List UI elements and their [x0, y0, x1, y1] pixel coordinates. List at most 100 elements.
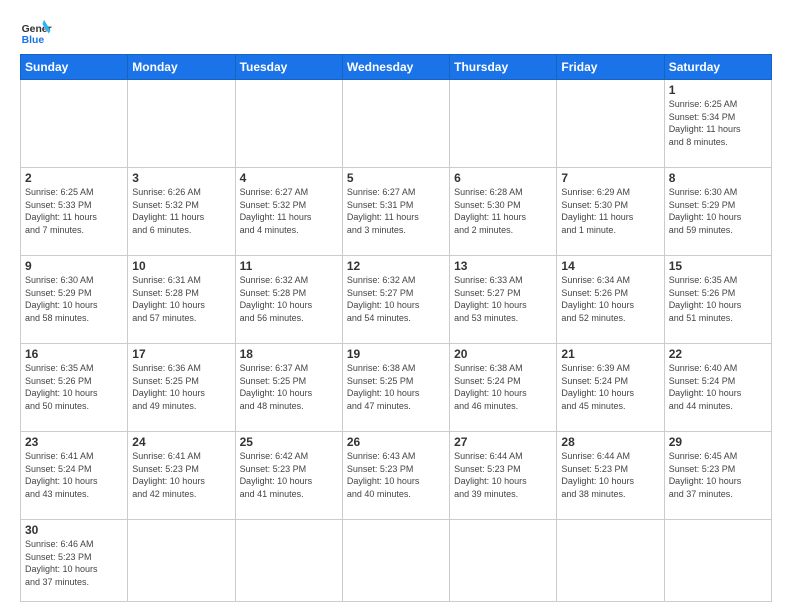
day-info: Sunrise: 6:43 AM Sunset: 5:23 PM Dayligh…: [347, 450, 445, 500]
day-info: Sunrise: 6:30 AM Sunset: 5:29 PM Dayligh…: [669, 186, 767, 236]
day-info: Sunrise: 6:44 AM Sunset: 5:23 PM Dayligh…: [561, 450, 659, 500]
day-number: 20: [454, 347, 552, 361]
day-number: 30: [25, 523, 123, 537]
day-info: Sunrise: 6:38 AM Sunset: 5:24 PM Dayligh…: [454, 362, 552, 412]
week-row-4: 23Sunrise: 6:41 AM Sunset: 5:24 PM Dayli…: [21, 432, 772, 520]
day-number: 26: [347, 435, 445, 449]
day-cell: 19Sunrise: 6:38 AM Sunset: 5:25 PM Dayli…: [342, 344, 449, 432]
day-info: Sunrise: 6:40 AM Sunset: 5:24 PM Dayligh…: [669, 362, 767, 412]
day-info: Sunrise: 6:30 AM Sunset: 5:29 PM Dayligh…: [25, 274, 123, 324]
day-number: 11: [240, 259, 338, 273]
week-row-5: 30Sunrise: 6:46 AM Sunset: 5:23 PM Dayli…: [21, 520, 772, 602]
day-info: Sunrise: 6:25 AM Sunset: 5:34 PM Dayligh…: [669, 98, 767, 148]
day-number: 23: [25, 435, 123, 449]
day-cell: 14Sunrise: 6:34 AM Sunset: 5:26 PM Dayli…: [557, 256, 664, 344]
day-number: 17: [132, 347, 230, 361]
day-cell: 11Sunrise: 6:32 AM Sunset: 5:28 PM Dayli…: [235, 256, 342, 344]
day-number: 15: [669, 259, 767, 273]
day-cell: [128, 80, 235, 168]
day-cell: [450, 520, 557, 602]
day-cell: [235, 520, 342, 602]
day-number: 27: [454, 435, 552, 449]
day-number: 9: [25, 259, 123, 273]
day-info: Sunrise: 6:27 AM Sunset: 5:31 PM Dayligh…: [347, 186, 445, 236]
day-cell: [342, 520, 449, 602]
day-number: 28: [561, 435, 659, 449]
day-info: Sunrise: 6:25 AM Sunset: 5:33 PM Dayligh…: [25, 186, 123, 236]
day-cell: 9Sunrise: 6:30 AM Sunset: 5:29 PM Daylig…: [21, 256, 128, 344]
week-row-1: 2Sunrise: 6:25 AM Sunset: 5:33 PM Daylig…: [21, 168, 772, 256]
day-cell: 5Sunrise: 6:27 AM Sunset: 5:31 PM Daylig…: [342, 168, 449, 256]
day-info: Sunrise: 6:37 AM Sunset: 5:25 PM Dayligh…: [240, 362, 338, 412]
day-cell: [450, 80, 557, 168]
day-number: 22: [669, 347, 767, 361]
day-cell: 27Sunrise: 6:44 AM Sunset: 5:23 PM Dayli…: [450, 432, 557, 520]
day-cell: [21, 80, 128, 168]
day-info: Sunrise: 6:36 AM Sunset: 5:25 PM Dayligh…: [132, 362, 230, 412]
day-cell: 16Sunrise: 6:35 AM Sunset: 5:26 PM Dayli…: [21, 344, 128, 432]
day-cell: 15Sunrise: 6:35 AM Sunset: 5:26 PM Dayli…: [664, 256, 771, 344]
day-cell: [235, 80, 342, 168]
day-cell: [342, 80, 449, 168]
day-number: 12: [347, 259, 445, 273]
day-info: Sunrise: 6:27 AM Sunset: 5:32 PM Dayligh…: [240, 186, 338, 236]
day-info: Sunrise: 6:44 AM Sunset: 5:23 PM Dayligh…: [454, 450, 552, 500]
day-cell: 2Sunrise: 6:25 AM Sunset: 5:33 PM Daylig…: [21, 168, 128, 256]
week-row-2: 9Sunrise: 6:30 AM Sunset: 5:29 PM Daylig…: [21, 256, 772, 344]
day-number: 4: [240, 171, 338, 185]
weekday-sunday: Sunday: [21, 55, 128, 80]
day-cell: [557, 80, 664, 168]
day-cell: 23Sunrise: 6:41 AM Sunset: 5:24 PM Dayli…: [21, 432, 128, 520]
week-row-0: 1Sunrise: 6:25 AM Sunset: 5:34 PM Daylig…: [21, 80, 772, 168]
day-info: Sunrise: 6:35 AM Sunset: 5:26 PM Dayligh…: [669, 274, 767, 324]
day-info: Sunrise: 6:34 AM Sunset: 5:26 PM Dayligh…: [561, 274, 659, 324]
day-cell: 13Sunrise: 6:33 AM Sunset: 5:27 PM Dayli…: [450, 256, 557, 344]
svg-text:Blue: Blue: [22, 35, 45, 46]
day-number: 29: [669, 435, 767, 449]
day-info: Sunrise: 6:35 AM Sunset: 5:26 PM Dayligh…: [25, 362, 123, 412]
day-cell: 7Sunrise: 6:29 AM Sunset: 5:30 PM Daylig…: [557, 168, 664, 256]
day-info: Sunrise: 6:41 AM Sunset: 5:23 PM Dayligh…: [132, 450, 230, 500]
day-info: Sunrise: 6:28 AM Sunset: 5:30 PM Dayligh…: [454, 186, 552, 236]
day-info: Sunrise: 6:26 AM Sunset: 5:32 PM Dayligh…: [132, 186, 230, 236]
day-number: 24: [132, 435, 230, 449]
day-cell: [557, 520, 664, 602]
day-cell: 25Sunrise: 6:42 AM Sunset: 5:23 PM Dayli…: [235, 432, 342, 520]
day-number: 2: [25, 171, 123, 185]
weekday-saturday: Saturday: [664, 55, 771, 80]
day-cell: 28Sunrise: 6:44 AM Sunset: 5:23 PM Dayli…: [557, 432, 664, 520]
day-info: Sunrise: 6:29 AM Sunset: 5:30 PM Dayligh…: [561, 186, 659, 236]
day-info: Sunrise: 6:32 AM Sunset: 5:27 PM Dayligh…: [347, 274, 445, 324]
day-cell: 8Sunrise: 6:30 AM Sunset: 5:29 PM Daylig…: [664, 168, 771, 256]
day-info: Sunrise: 6:38 AM Sunset: 5:25 PM Dayligh…: [347, 362, 445, 412]
day-number: 18: [240, 347, 338, 361]
day-cell: 12Sunrise: 6:32 AM Sunset: 5:27 PM Dayli…: [342, 256, 449, 344]
weekday-header-row: SundayMondayTuesdayWednesdayThursdayFrid…: [21, 55, 772, 80]
day-cell: 6Sunrise: 6:28 AM Sunset: 5:30 PM Daylig…: [450, 168, 557, 256]
day-cell: 26Sunrise: 6:43 AM Sunset: 5:23 PM Dayli…: [342, 432, 449, 520]
day-info: Sunrise: 6:45 AM Sunset: 5:23 PM Dayligh…: [669, 450, 767, 500]
day-number: 6: [454, 171, 552, 185]
day-cell: 3Sunrise: 6:26 AM Sunset: 5:32 PM Daylig…: [128, 168, 235, 256]
day-info: Sunrise: 6:32 AM Sunset: 5:28 PM Dayligh…: [240, 274, 338, 324]
day-cell: 17Sunrise: 6:36 AM Sunset: 5:25 PM Dayli…: [128, 344, 235, 432]
weekday-friday: Friday: [557, 55, 664, 80]
day-cell: 4Sunrise: 6:27 AM Sunset: 5:32 PM Daylig…: [235, 168, 342, 256]
day-cell: 30Sunrise: 6:46 AM Sunset: 5:23 PM Dayli…: [21, 520, 128, 602]
day-cell: 1Sunrise: 6:25 AM Sunset: 5:34 PM Daylig…: [664, 80, 771, 168]
weekday-monday: Monday: [128, 55, 235, 80]
day-number: 21: [561, 347, 659, 361]
logo-icon: General Blue: [20, 16, 52, 48]
weekday-wednesday: Wednesday: [342, 55, 449, 80]
weekday-thursday: Thursday: [450, 55, 557, 80]
day-number: 19: [347, 347, 445, 361]
page: General Blue SundayMondayTuesdayWednesda…: [0, 0, 792, 612]
day-info: Sunrise: 6:41 AM Sunset: 5:24 PM Dayligh…: [25, 450, 123, 500]
day-cell: 18Sunrise: 6:37 AM Sunset: 5:25 PM Dayli…: [235, 344, 342, 432]
day-number: 13: [454, 259, 552, 273]
day-cell: 20Sunrise: 6:38 AM Sunset: 5:24 PM Dayli…: [450, 344, 557, 432]
day-cell: 24Sunrise: 6:41 AM Sunset: 5:23 PM Dayli…: [128, 432, 235, 520]
day-number: 5: [347, 171, 445, 185]
day-number: 1: [669, 83, 767, 97]
day-number: 3: [132, 171, 230, 185]
